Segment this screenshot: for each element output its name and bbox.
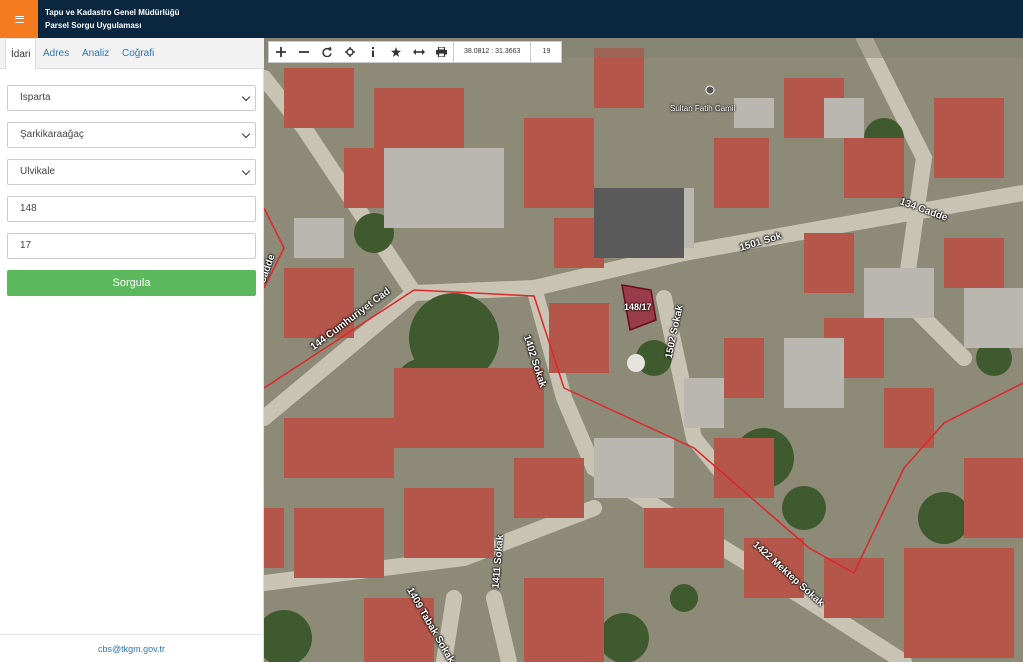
map-toolbar: 38.0812 : 31.3663 19: [268, 41, 563, 63]
contact-email[interactable]: cbs@tkgm.gov.tr: [0, 634, 263, 662]
il-select[interactable]: Isparta: [7, 85, 256, 111]
sorgula-button[interactable]: Sorgula: [7, 270, 256, 296]
zoom-level: 19: [530, 42, 561, 62]
poi-label-mosque: Sultan Fatih Camii: [670, 104, 736, 113]
tab-adres[interactable]: Adres: [43, 38, 69, 69]
zoom-in-icon[interactable]: [269, 42, 292, 62]
refresh-icon[interactable]: [315, 42, 338, 62]
tab-bar: İdari Adres Analiz Coğrafi: [0, 38, 264, 70]
coordinate-readout: 38.0812 : 31.3663: [453, 42, 530, 62]
measure-icon[interactable]: [407, 42, 430, 62]
parsel-input[interactable]: 17: [7, 233, 256, 259]
app-name: Parsel Sorgu Uygulaması: [45, 21, 142, 30]
ada-value: 148: [20, 203, 37, 214]
chevron-down-icon: [241, 92, 251, 102]
sidebar: İdari Adres Analiz Coğrafi Isparta Şarki…: [0, 38, 264, 662]
tab-idari[interactable]: İdari: [5, 38, 37, 70]
tab-cografi[interactable]: Coğrafi: [122, 38, 154, 69]
ilce-select[interactable]: Şarkikaraağaç: [7, 122, 256, 148]
chevron-down-icon: [241, 129, 251, 139]
app-title: Tapu ve Kadastro Genel Müdürlüğü Parsel …: [45, 6, 180, 32]
ilce-value: Şarkikaraağaç: [20, 129, 84, 140]
zoom-out-icon[interactable]: [292, 42, 315, 62]
app-header: Tapu ve Kadastro Genel Müdürlüğü Parsel …: [0, 0, 1023, 38]
chevron-down-icon: [241, 166, 251, 176]
mahalle-select[interactable]: Ulvikale: [7, 159, 256, 185]
locate-icon[interactable]: [338, 42, 361, 62]
star-icon[interactable]: [384, 42, 407, 62]
satellite-imagery: [264, 38, 1023, 662]
print-icon[interactable]: [430, 42, 453, 62]
mahalle-value: Ulvikale: [20, 166, 56, 177]
org-name: Tapu ve Kadastro Genel Müdürlüğü: [45, 8, 180, 17]
parcel-label[interactable]: 148/17: [624, 302, 652, 312]
parsel-value: 17: [20, 240, 32, 251]
il-value: Isparta: [20, 92, 51, 103]
ada-input[interactable]: 148: [7, 196, 256, 222]
info-icon[interactable]: [361, 42, 384, 62]
map-view[interactable]: 134 Cadde 1501 Sok 144 Cumhuriyet Cad 14…: [264, 38, 1023, 662]
tab-analiz[interactable]: Analiz: [82, 38, 109, 69]
hamburger-icon: [14, 15, 24, 23]
menu-button[interactable]: [0, 0, 38, 38]
